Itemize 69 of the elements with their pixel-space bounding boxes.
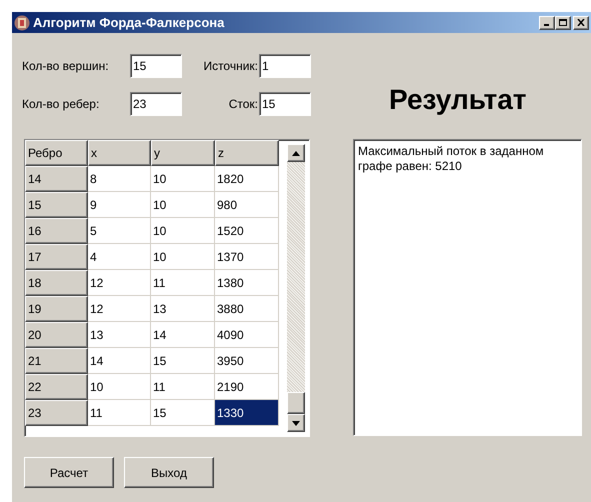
window-title: Алгоритм Форда-Фалкерсона [33, 14, 224, 32]
exit-button[interactable]: Выход [124, 457, 214, 488]
result-text: Максимальный поток в заданном графе равен: 5210 [358, 144, 545, 174]
row-header: 14 [25, 166, 88, 192]
table-cell: 11 [151, 270, 215, 296]
table-cell: 14 [151, 322, 215, 348]
row-header: 17 [25, 244, 88, 270]
table-cell: 4 [88, 244, 151, 270]
column-header[interactable]: x [88, 140, 151, 166]
table-cell: 2190 [215, 374, 279, 400]
table-cell: 1820 [215, 166, 279, 192]
table-cell: 9 [88, 192, 151, 218]
column-header[interactable]: y [151, 140, 215, 166]
table-cell: 3880 [215, 296, 279, 322]
row-header: 21 [25, 348, 88, 374]
table-cell: 10 [151, 192, 215, 218]
result-heading: Результат [389, 83, 527, 117]
table-cell: 14 [88, 348, 151, 374]
row-header: 22 [25, 374, 88, 400]
down-arrow-icon [292, 420, 300, 426]
table-cell: 8 [88, 166, 151, 192]
field-label: Источник: [202, 58, 258, 75]
table-cell: 1380 [215, 270, 279, 296]
row-header: 16 [25, 218, 88, 244]
field-label: Кол-во вершин: [22, 58, 110, 75]
column-header[interactable]: z [215, 140, 279, 166]
input-field[interactable]: 23 [130, 92, 182, 116]
row-header: 19 [25, 296, 88, 322]
table-cell: 3950 [215, 348, 279, 374]
maximize-button[interactable] [555, 16, 571, 30]
field-label: Кол-во ребер: [22, 96, 100, 113]
table-cell: 10 [151, 244, 215, 270]
close-icon [577, 19, 585, 26]
row-header: 15 [25, 192, 88, 218]
scroll-thumb[interactable] [287, 392, 305, 414]
scroll-down-button[interactable] [287, 414, 305, 432]
table-cell: 1330 [215, 400, 279, 426]
table-cell: 12 [88, 296, 151, 322]
table-cell: 13 [88, 322, 151, 348]
app-icon [14, 14, 30, 30]
table-cell: 11 [151, 374, 215, 400]
close-button[interactable] [573, 16, 589, 30]
table-cell: 10 [151, 166, 215, 192]
table-cell: 1520 [215, 218, 279, 244]
table-cell: 15 [151, 400, 215, 426]
table-cell: 4090 [215, 322, 279, 348]
up-arrow-icon [292, 150, 300, 156]
row-header: 23 [25, 400, 88, 426]
field-label: Сток: [228, 96, 258, 113]
table-cell: 1370 [215, 244, 279, 270]
table-cell: 5 [88, 218, 151, 244]
column-header[interactable]: Ребро [25, 140, 88, 166]
table-cell: 13 [151, 296, 215, 322]
maximize-icon [559, 19, 567, 26]
calculate-button[interactable]: Расчет [24, 457, 114, 488]
minimize-button[interactable] [539, 16, 555, 30]
table-cell: 15 [151, 348, 215, 374]
input-field[interactable]: 15 [130, 54, 182, 78]
scrollbar[interactable] [287, 144, 305, 432]
row-header: 18 [25, 270, 88, 296]
scroll-up-button[interactable] [287, 144, 305, 162]
table-cell: 10 [88, 374, 151, 400]
input-field[interactable]: 1 [259, 54, 311, 78]
input-field[interactable]: 15 [259, 92, 311, 116]
table-cell: 12 [88, 270, 151, 296]
row-header: 20 [25, 322, 88, 348]
table-cell: 980 [215, 192, 279, 218]
table-cell: 10 [151, 218, 215, 244]
table-cell: 11 [88, 400, 151, 426]
